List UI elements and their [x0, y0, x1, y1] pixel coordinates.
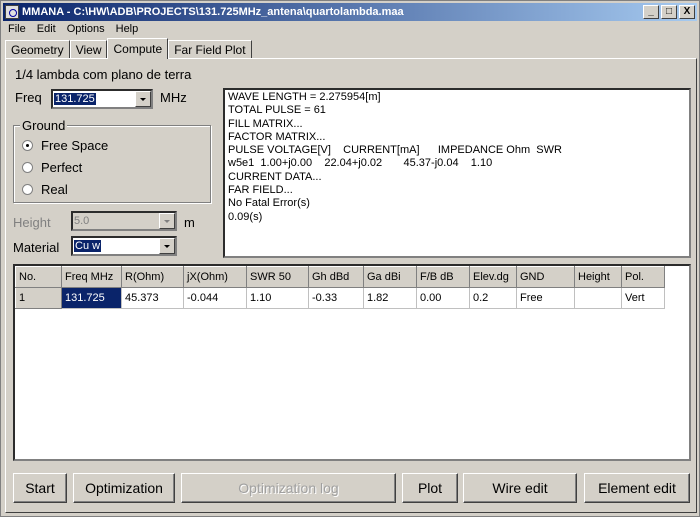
ground-free-space-label: Free Space: [41, 138, 109, 153]
tab-view[interactable]: View: [69, 40, 108, 59]
output-line: FAR FIELD...: [228, 184, 293, 197]
tab-strip: Geometry View Compute Far Field Plot: [5, 38, 252, 59]
menu-bar: File Edit Options Help: [3, 22, 144, 36]
table-cell[interactable]: 131.725: [61, 287, 122, 309]
table-row[interactable]: 1 131.725 45.373 -0.044 1.10 -0.33 1.82 …: [15, 287, 665, 309]
radio-unselected-icon: [22, 162, 33, 173]
col-gnd[interactable]: GND: [516, 266, 575, 288]
ground-real-radio[interactable]: Real: [22, 182, 68, 197]
tab-far-field-plot[interactable]: Far Field Plot: [168, 40, 252, 59]
ground-real-label: Real: [41, 182, 68, 197]
freq-label: Freq: [15, 90, 42, 105]
col-height[interactable]: Height: [574, 266, 622, 288]
plot-button[interactable]: Plot: [402, 473, 458, 503]
col-pol[interactable]: Pol.: [621, 266, 665, 288]
compute-output-log[interactable]: WAVE LENGTH = 2.275954[m] TOTAL PULSE = …: [223, 88, 691, 258]
col-gh[interactable]: Gh dBd: [308, 266, 364, 288]
menu-edit[interactable]: Edit: [32, 22, 62, 36]
material-dropdown-arrow-icon[interactable]: [159, 238, 175, 254]
height-combo: 5.0: [71, 211, 177, 231]
output-line: FILL MATRIX...: [228, 117, 303, 130]
col-jx[interactable]: jX(Ohm): [183, 266, 247, 288]
radio-unselected-icon: [22, 184, 33, 195]
table-cell[interactable]: [574, 287, 622, 309]
table-cell[interactable]: 1: [15, 287, 62, 309]
col-r[interactable]: R(Ohm): [121, 266, 184, 288]
table-cell[interactable]: Free: [516, 287, 575, 309]
output-line: CURRENT DATA...: [228, 170, 322, 183]
tab-compute[interactable]: Compute: [107, 38, 169, 59]
ground-legend: Ground: [20, 118, 68, 133]
table-cell[interactable]: 1.10: [246, 287, 309, 309]
main-window: MMANA - C:\HW\ADB\PROJECTS\131.725MHz_an…: [0, 0, 700, 517]
height-value: 5.0: [74, 215, 90, 227]
optimization-log-button: Optimization log: [181, 473, 396, 503]
ground-perfect-label: Perfect: [41, 160, 83, 175]
table-cell[interactable]: 0.00: [416, 287, 470, 309]
output-line: 0.09(s): [228, 210, 263, 223]
material-label: Material: [13, 240, 60, 255]
material-combo[interactable]: Cu w: [71, 236, 177, 256]
element-edit-button[interactable]: Element edit: [584, 473, 690, 503]
results-header-row: No. Freq MHz R(Ohm) jX(Ohm) SWR 50 Gh dB…: [15, 266, 665, 288]
start-button[interactable]: Start: [13, 473, 67, 503]
results-table-area[interactable]: No. Freq MHz R(Ohm) jX(Ohm) SWR 50 Gh dB…: [13, 264, 691, 461]
freq-combo[interactable]: 131.725: [51, 89, 153, 109]
table-cell[interactable]: 45.373: [121, 287, 184, 309]
col-swr[interactable]: SWR 50: [246, 266, 309, 288]
menu-file[interactable]: File: [3, 22, 32, 36]
title-bar[interactable]: MMANA - C:\HW\ADB\PROJECTS\131.725MHz_an…: [3, 3, 697, 21]
table-cell[interactable]: 1.82: [363, 287, 417, 309]
output-line: WAVE LENGTH = 2.275954[m]: [228, 91, 381, 103]
height-label: Height: [13, 215, 51, 230]
freq-unit: MHz: [160, 90, 187, 105]
col-no[interactable]: No.: [15, 266, 62, 288]
freq-dropdown-arrow-icon[interactable]: [135, 91, 151, 107]
height-dropdown-arrow-icon: [159, 213, 175, 229]
radio-selected-icon: [22, 140, 33, 151]
height-unit: m: [184, 215, 195, 230]
table-cell[interactable]: -0.044: [183, 287, 247, 309]
ground-perfect-radio[interactable]: Perfect: [22, 160, 82, 175]
col-ga[interactable]: Ga dBi: [363, 266, 417, 288]
results-table: No. Freq MHz R(Ohm) jX(Ohm) SWR 50 Gh dB…: [15, 266, 665, 309]
freq-value: 131.725: [54, 93, 96, 105]
output-line: TOTAL PULSE = 61: [228, 104, 326, 117]
menu-help[interactable]: Help: [111, 22, 145, 36]
tab-geometry[interactable]: Geometry: [5, 40, 70, 59]
ground-free-space-radio[interactable]: Free Space: [22, 138, 108, 153]
optimization-button[interactable]: Optimization: [73, 473, 175, 503]
menu-options[interactable]: Options: [62, 22, 111, 36]
maximize-button[interactable]: □: [661, 5, 677, 19]
output-line: w5e1 1.00+j0.00 22.04+j0.02 45.37-j0.04 …: [228, 157, 493, 170]
col-freq[interactable]: Freq MHz: [61, 266, 122, 288]
output-line: No Fatal Error(s): [228, 197, 310, 210]
table-cell[interactable]: -0.33: [308, 287, 364, 309]
wire-edit-button[interactable]: Wire edit: [463, 473, 577, 503]
table-cell[interactable]: 0.2: [469, 287, 517, 309]
col-fb[interactable]: F/B dB: [416, 266, 470, 288]
col-elev[interactable]: Elev.dg: [469, 266, 517, 288]
table-cell[interactable]: Vert: [621, 287, 665, 309]
output-line: PULSE VOLTAGE[V] CURRENT[mA] IMPEDANCE O…: [228, 144, 562, 157]
minimize-button[interactable]: _: [643, 5, 659, 19]
material-value: Cu w: [74, 240, 102, 252]
antenna-name: 1/4 lambda com plano de terra: [15, 67, 192, 82]
window-title: MMANA - C:\HW\ADB\PROJECTS\131.725MHz_an…: [22, 6, 404, 18]
output-line: FACTOR MATRIX...: [228, 130, 326, 143]
close-button[interactable]: X: [679, 5, 695, 19]
app-icon: [5, 5, 19, 19]
